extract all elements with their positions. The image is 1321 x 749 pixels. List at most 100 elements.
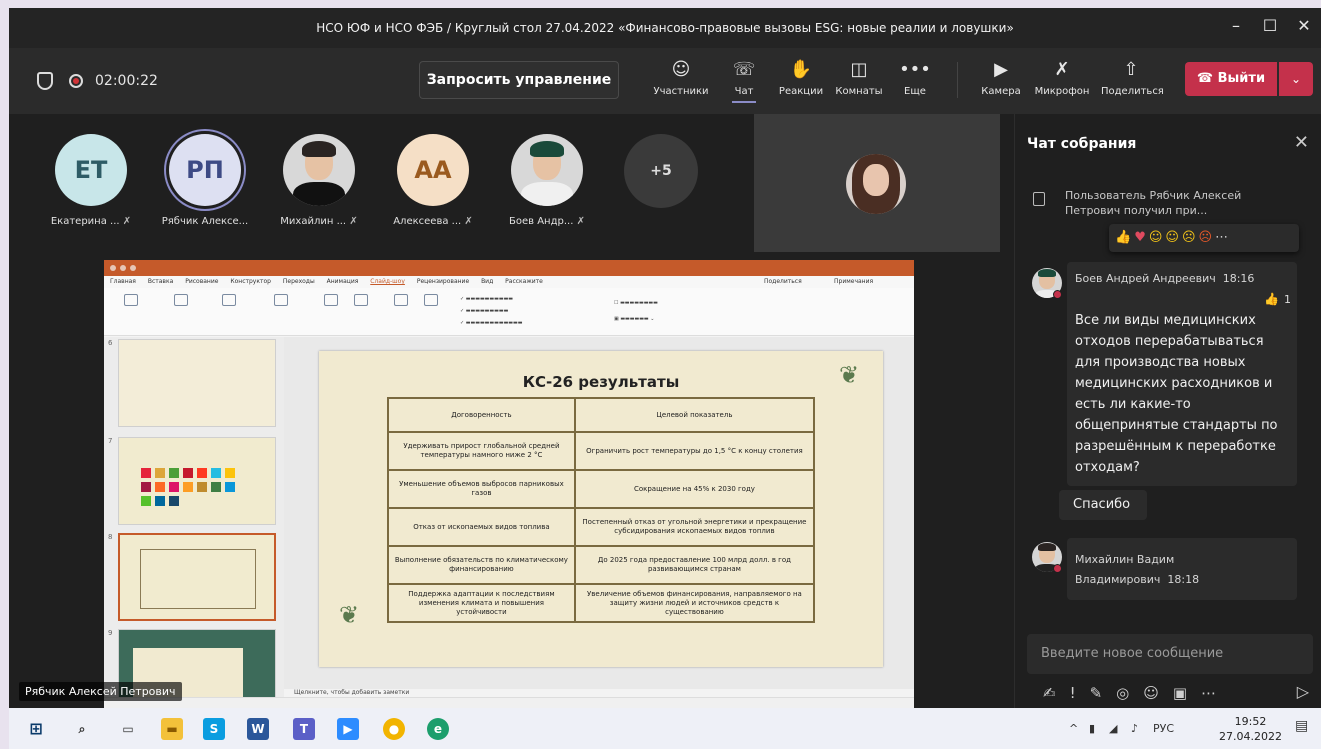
teams-icon[interactable]: T <box>293 718 315 740</box>
surprised-icon[interactable]: ☺ <box>1165 230 1182 245</box>
loop-icon[interactable]: ◎ <box>1116 684 1129 702</box>
participants-button[interactable]: ☺ Участники <box>651 58 711 97</box>
minimize-icon[interactable]: – <box>1221 16 1251 35</box>
participants-strip: ЕТ Екатерина ... ✗ РП Рябчик Алексе... М… <box>9 114 749 252</box>
skype-icon[interactable]: S <box>203 718 225 740</box>
format-icon[interactable]: ✍ <box>1043 684 1056 702</box>
windows-start-icon[interactable]: ⊞ <box>25 718 47 740</box>
request-control-button[interactable]: Запросить управление <box>419 61 619 99</box>
rehearse-icon[interactable] <box>394 294 408 306</box>
chat-button[interactable]: ☏ Чат <box>714 58 774 103</box>
tray-chevron-icon[interactable]: ^ <box>1069 722 1078 735</box>
slide-thumbnail[interactable] <box>118 437 276 525</box>
wifi-icon[interactable]: ◢ <box>1109 722 1117 735</box>
message-input[interactable]: Введите новое сообщение <box>1027 634 1313 674</box>
message-meta: Михайлин Вадим Владимирович 18:18 <box>1075 550 1215 590</box>
attach-icon[interactable]: ✎ <box>1090 684 1103 702</box>
ppt-tab[interactable]: Слайд-шоу <box>370 278 405 285</box>
chat-message[interactable]: Михайлин Вадим Владимирович 18:18 <box>1067 538 1297 600</box>
table-row: Поддержка адаптации к последствиям измен… <box>387 583 816 623</box>
more-button[interactable]: ••• Еще <box>885 58 945 97</box>
task-view-icon[interactable]: ▭ <box>117 718 139 740</box>
chrome-icon[interactable]: ● <box>383 718 405 740</box>
presenter-mode-icon[interactable] <box>222 294 236 306</box>
ppt-tab[interactable]: Главная <box>110 278 136 285</box>
chat-message[interactable]: Боев Андрей Андреевич 18:16 👍 1 Все ли в… <box>1067 262 1297 486</box>
participant-tile[interactable]: Боев Андр... ✗ <box>495 134 599 227</box>
setup-show-icon[interactable] <box>324 294 338 306</box>
system-clock[interactable]: 19:52 27.04.2022 <box>1219 714 1282 744</box>
ribbon-checkbox[interactable]: ✓ ▬▬▬▬▬▬▬▬▬▬▬▬ <box>460 320 522 326</box>
ribbon-checkbox[interactable]: ✓ ▬▬▬▬▬▬▬▬▬▬ <box>460 296 513 302</box>
ribbon-checkbox[interactable]: ☐ ▬▬▬▬▬▬▬▬ <box>614 300 658 306</box>
play-from-start-icon[interactable] <box>124 294 138 306</box>
ppt-tab[interactable]: Расскажите <box>505 278 543 285</box>
laugh-icon[interactable]: ☺ <box>1149 230 1166 245</box>
edge-icon[interactable]: e <box>427 718 449 740</box>
slide-thumbnail[interactable] <box>118 339 276 427</box>
send-icon[interactable]: ▷ <box>1297 682 1309 701</box>
thumbs-up-icon[interactable]: 👍 <box>1264 292 1279 306</box>
notifications-icon[interactable]: ▤ <box>1295 718 1308 734</box>
ppt-comments-link[interactable]: Примечания <box>834 276 873 288</box>
ppt-ribbon-tabs: Главная Вставка Рисование Конструктор Пе… <box>104 276 914 288</box>
reactions-button[interactable]: ✋ Реакции <box>771 58 831 97</box>
more-participants-tile[interactable]: +5 <box>609 134 713 208</box>
more-icon[interactable]: ⋯ <box>1215 230 1231 245</box>
priority-icon[interactable]: ! <box>1070 684 1076 702</box>
presenter-name-label: Рябчик Алексей Петрович <box>19 682 182 701</box>
custom-show-icon[interactable] <box>274 294 288 306</box>
rooms-button[interactable]: ◫ Комнаты <box>829 58 889 97</box>
participant-tile[interactable]: РП Рябчик Алексе... <box>153 134 257 227</box>
hide-slide-icon[interactable] <box>354 294 368 306</box>
maximize-icon[interactable]: ☐ <box>1255 16 1285 35</box>
ppt-tab[interactable]: Рисование <box>185 278 218 285</box>
column-header: Целевой показатель <box>573 397 816 433</box>
shield-icon[interactable] <box>37 72 53 90</box>
slide-thumbnail-selected[interactable] <box>118 533 276 621</box>
reaction-picker[interactable]: 👍♥☺☺☹☹⋯ <box>1109 224 1299 252</box>
document-icon <box>1033 192 1045 206</box>
ppt-tab[interactable]: Переходы <box>283 278 315 285</box>
gif-icon[interactable]: ▣ <box>1173 684 1187 702</box>
record-show-icon[interactable] <box>424 294 438 306</box>
ppt-share-link[interactable]: Поделиться <box>764 276 802 288</box>
emoji-icon[interactable]: ☺ <box>1143 684 1159 702</box>
word-icon[interactable]: W <box>247 718 269 740</box>
play-current-icon[interactable] <box>174 294 188 306</box>
sad-icon[interactable]: ☹ <box>1182 230 1199 245</box>
language-indicator[interactable]: РУС <box>1153 722 1174 735</box>
ppt-tab[interactable]: Рецензирование <box>417 278 469 285</box>
participant-tile[interactable]: АА Алексеева ... ✗ <box>381 134 485 227</box>
search-icon[interactable]: ⌕ <box>71 718 93 740</box>
participant-tile[interactable]: Михайлин ... ✗ <box>267 134 371 227</box>
participant-tile[interactable]: ЕТ Екатерина ... ✗ <box>39 134 143 227</box>
usb-icon[interactable]: ▮ <box>1089 722 1095 735</box>
angry-icon[interactable]: ☹ <box>1199 230 1216 245</box>
close-icon[interactable]: ✕ <box>1289 16 1319 35</box>
ppt-tab[interactable]: Анимация <box>327 278 359 285</box>
ribbon-dropdown[interactable]: ▣ ▬▬▬▬▬▬ ⌄ <box>614 316 654 322</box>
ppt-ribbon: ✓ ▬▬▬▬▬▬▬▬▬▬ ✓ ▬▬▬▬▬▬▬▬▬ ✓ ▬▬▬▬▬▬▬▬▬▬▬▬ … <box>104 288 914 336</box>
participant-video[interactable] <box>754 114 1000 252</box>
chat-message[interactable]: Спасибо <box>1059 490 1147 520</box>
heart-icon[interactable]: ♥ <box>1134 230 1149 245</box>
chevron-down-icon[interactable]: ⌄ <box>1279 62 1313 96</box>
file-explorer-icon[interactable]: ▬ <box>161 718 183 740</box>
current-slide[interactable]: ❦ ❦ КС-26 результаты Договоренность Целе… <box>319 351 883 667</box>
chat-label: Чат <box>734 86 754 97</box>
avatar: ЕТ <box>55 134 127 206</box>
ribbon-checkbox[interactable]: ✓ ▬▬▬▬▬▬▬▬▬ <box>460 308 508 314</box>
camera-button[interactable]: ▶ Камера <box>971 58 1031 97</box>
more-icon[interactable]: ⋯ <box>1201 684 1216 702</box>
ppt-tab[interactable]: Вид <box>481 278 493 285</box>
volume-icon[interactable]: ♪ <box>1131 722 1138 735</box>
zoom-icon[interactable]: ▶ <box>337 718 359 740</box>
share-button[interactable]: ⇧ Поделиться <box>1101 58 1164 97</box>
close-icon[interactable]: ✕ <box>1294 132 1309 153</box>
leave-button[interactable]: ☎ Выйти <box>1185 62 1277 96</box>
mic-button[interactable]: ✗ Микрофон <box>1032 58 1092 97</box>
thumbs-up-icon[interactable]: 👍 <box>1115 230 1134 245</box>
ppt-tab[interactable]: Вставка <box>148 278 173 285</box>
ppt-tab[interactable]: Конструктор <box>230 278 271 285</box>
